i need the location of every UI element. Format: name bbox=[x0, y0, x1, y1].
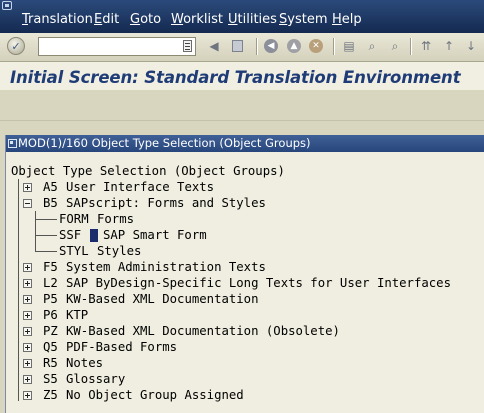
collapse-icon[interactable] bbox=[23, 199, 32, 208]
title-bar: Initial Screen: Standard Translation Env… bbox=[0, 62, 484, 90]
toolbar-separator bbox=[333, 38, 334, 55]
object-group-tree: Object Type Selection (Object Groups) A5… bbox=[6, 152, 484, 413]
application-toolbar bbox=[0, 90, 484, 121]
expand-icon[interactable] bbox=[23, 295, 32, 304]
save-icon[interactable] bbox=[232, 40, 243, 52]
node-text: SAP ByDesign-Specific Long Texts for Use… bbox=[66, 276, 451, 290]
node-code: SSF bbox=[59, 228, 82, 242]
node-code: STYL bbox=[59, 244, 89, 258]
node-code: R5 bbox=[43, 356, 58, 370]
node-text: KW-Based XML Documentation bbox=[66, 292, 259, 306]
node-code: Z5 bbox=[43, 388, 58, 402]
tree-connector bbox=[35, 235, 57, 236]
menu-system[interactable]: System bbox=[279, 12, 328, 27]
menu-bar: Translation Edit Goto Worklist Utilities… bbox=[0, 0, 484, 33]
cancel-icon[interactable]: ✕ bbox=[309, 39, 323, 53]
find-next-icon[interactable]: ⌕ bbox=[387, 38, 403, 54]
expand-icon[interactable] bbox=[23, 327, 32, 336]
node-code: P6 bbox=[43, 308, 58, 322]
node-text: KTP bbox=[66, 308, 89, 322]
page-title: Initial Screen: Standard Translation Env… bbox=[10, 68, 461, 87]
node-code: P5 bbox=[43, 292, 58, 306]
expand-icon[interactable] bbox=[23, 263, 32, 272]
menu-help[interactable]: Help bbox=[332, 12, 362, 27]
tree-connector bbox=[35, 251, 57, 252]
find-icon[interactable]: ⌕ bbox=[364, 38, 380, 54]
exit-icon[interactable]: ▲ bbox=[287, 39, 301, 53]
menu-worklist[interactable]: Worklist bbox=[171, 12, 223, 27]
print-icon[interactable]: ▤ bbox=[341, 38, 357, 54]
node-text: Forms bbox=[97, 212, 135, 226]
node-text: SAPscript: Forms and Styles bbox=[66, 196, 266, 210]
node-code: B5 bbox=[43, 196, 58, 210]
menu-translation[interactable]: Translation bbox=[22, 12, 93, 27]
standard-toolbar: ✓ ◀ ◀ ▲ ✕ ▤ ⌕ ⌕ ⇈ ↑ ↓ bbox=[0, 33, 484, 62]
system-menu-icon[interactable] bbox=[2, 1, 12, 10]
node-text: PDF-Based Forms bbox=[66, 340, 178, 354]
node-text: Notes bbox=[66, 356, 104, 370]
first-page-icon[interactable]: ⇈ bbox=[418, 38, 434, 54]
node-text: Glossary bbox=[66, 372, 126, 386]
expand-icon[interactable] bbox=[23, 183, 32, 192]
back-icon[interactable]: ◀ bbox=[264, 39, 278, 53]
tree-root: Object Type Selection (Object Groups) bbox=[11, 164, 285, 178]
node-text: SAP Smart Form bbox=[103, 228, 207, 242]
expand-icon[interactable] bbox=[23, 391, 32, 400]
enter-icon[interactable]: ✓ bbox=[7, 37, 25, 55]
node-code: L2 bbox=[43, 276, 58, 290]
panel-header-title: MOD(1)/160 Object Type Selection (Object… bbox=[18, 136, 311, 150]
menu-goto[interactable]: Goto bbox=[130, 12, 161, 27]
expand-icon[interactable] bbox=[23, 279, 32, 288]
tree-connector bbox=[35, 211, 36, 251]
collapse-arrow-icon[interactable]: ◀ bbox=[206, 38, 222, 54]
node-code: A5 bbox=[43, 180, 58, 194]
tree-connector bbox=[18, 179, 19, 401]
panel-icon bbox=[8, 139, 17, 148]
expand-icon[interactable] bbox=[23, 375, 32, 384]
command-field[interactable] bbox=[38, 37, 196, 56]
menu-utilities[interactable]: Utilities bbox=[228, 12, 277, 27]
node-code: F5 bbox=[43, 260, 58, 274]
object-type-panel: MOD(1)/160 Object Type Selection (Object… bbox=[5, 135, 484, 413]
node-text: KW-Based XML Documentation (Obsolete) bbox=[66, 324, 340, 338]
node-text: Styles bbox=[97, 244, 142, 258]
tree-connector bbox=[35, 219, 57, 220]
panel-header: MOD(1)/160 Object Type Selection (Object… bbox=[6, 135, 484, 152]
previous-page-icon[interactable]: ↑ bbox=[441, 38, 457, 54]
toolbar-separator bbox=[256, 38, 257, 55]
expand-icon[interactable] bbox=[23, 311, 32, 320]
node-text: User Interface Texts bbox=[66, 180, 215, 194]
expand-icon[interactable] bbox=[23, 359, 32, 368]
menu-edit[interactable]: Edit bbox=[94, 12, 119, 27]
node-code: PZ bbox=[43, 324, 58, 338]
command-history-icon[interactable] bbox=[183, 40, 192, 52]
node-code: S5 bbox=[43, 372, 58, 386]
toolbar-separator bbox=[410, 38, 411, 55]
next-page-icon[interactable]: ↓ bbox=[463, 38, 479, 54]
selection-cursor bbox=[90, 229, 98, 242]
node-text: No Object Group Assigned bbox=[66, 388, 244, 402]
expand-icon[interactable] bbox=[23, 343, 32, 352]
node-text: System Administration Texts bbox=[66, 260, 266, 274]
node-code: FORM bbox=[59, 212, 89, 226]
node-code: Q5 bbox=[43, 340, 58, 354]
